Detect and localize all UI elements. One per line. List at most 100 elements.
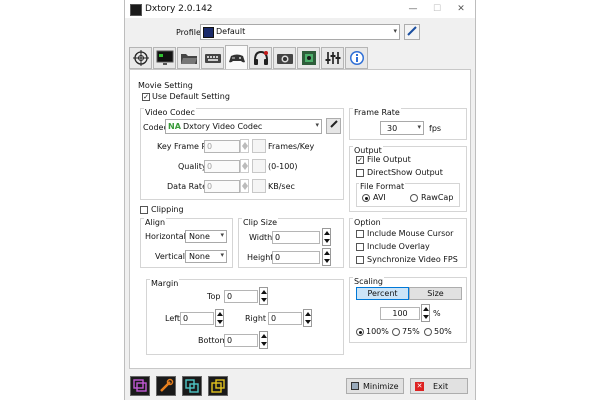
chevron-down-icon: ▾	[393, 27, 397, 35]
quality-spinner[interactable]	[240, 159, 249, 173]
left-spinner[interactable]	[215, 309, 224, 327]
quality-unit: (0-100)	[268, 162, 298, 171]
top-label: Top	[207, 292, 221, 301]
width-label: Width	[249, 233, 273, 242]
film-icon	[185, 379, 199, 393]
chevron-down-icon: ▾	[220, 231, 224, 239]
avi-radio[interactable]	[362, 194, 370, 202]
tab-info[interactable]	[345, 47, 368, 69]
scale-50-radio[interactable]	[424, 328, 432, 336]
right-spinner[interactable]	[303, 309, 312, 327]
height-spinner[interactable]	[322, 248, 331, 266]
key-frame-rate-spinner[interactable]	[240, 139, 249, 153]
frame-rate-select[interactable]: 30 ▾	[380, 121, 424, 135]
percent-button[interactable]: Percent	[356, 287, 409, 300]
horizontal-select[interactable]: None ▾	[185, 230, 227, 243]
clipping-checkbox[interactable]	[140, 206, 148, 214]
tab-gamepad[interactable]	[225, 45, 248, 70]
minimize-window-button[interactable]: —	[401, 2, 425, 16]
rawcap-label: RawCap	[421, 193, 454, 202]
scale-100-radio[interactable]	[356, 328, 364, 336]
file-output-label: File Output	[367, 155, 411, 164]
rawcap-radio[interactable]	[410, 194, 418, 202]
codec-select[interactable]: NA Dxtory Video Codec ▾	[165, 119, 322, 134]
close-window-button[interactable]: ✕	[449, 2, 473, 16]
horizontal-label: Horizontal	[145, 232, 186, 241]
directshow-output-label: DirectShow Output	[367, 168, 443, 177]
width-input[interactable]: 0	[272, 231, 320, 244]
include-mouse-cursor-label: Include Mouse Cursor	[367, 229, 454, 238]
left-label: Left	[165, 314, 181, 323]
chevron-down-icon: ▾	[315, 121, 319, 129]
include-mouse-cursor-checkbox[interactable]	[356, 230, 364, 238]
tab-crosshair[interactable]	[129, 47, 152, 69]
synchronize-video-fps-checkbox[interactable]	[356, 256, 364, 264]
keyboard-icon	[204, 54, 221, 63]
data-rate-unit: KB/sec	[268, 182, 295, 191]
video-codec-group: Video Codec Codec NA Dxtory Video Codec …	[140, 108, 344, 200]
directshow-output-checkbox[interactable]	[356, 169, 364, 177]
profile-label: Profile	[176, 28, 201, 37]
tab-sliders[interactable]	[321, 47, 344, 69]
export-tool-button[interactable]	[208, 376, 228, 396]
codec-settings-button[interactable]	[326, 118, 341, 134]
use-default-setting-checkbox[interactable]: ✓	[142, 93, 150, 101]
bottom-label: Bottom	[198, 336, 228, 345]
minimize-icon	[351, 382, 359, 390]
scaling-spinner[interactable]	[421, 304, 430, 322]
data-rate-spinner[interactable]	[240, 179, 249, 193]
align-group: Align Horizontal None ▾ Vertical None ▾	[140, 218, 233, 268]
exit-button[interactable]: ✕ Exit	[410, 378, 468, 394]
profile-icon	[203, 27, 214, 38]
margin-group: Margin Top 0 Left 0 Right 0 Bottom 0	[146, 279, 344, 355]
file-output-checkbox[interactable]: ✓	[356, 156, 364, 164]
data-rate-knob[interactable]	[252, 179, 266, 193]
vertical-label: Vertical	[155, 252, 185, 261]
camera-icon	[276, 54, 293, 64]
tab-headphones[interactable]	[249, 47, 272, 69]
bottom-input[interactable]: 0	[224, 334, 258, 347]
scale-75-radio[interactable]	[392, 328, 400, 336]
top-input[interactable]: 0	[224, 290, 258, 303]
data-rate-input[interactable]: 0	[204, 180, 240, 193]
frame-rate-unit: fps	[429, 124, 442, 133]
vertical-select[interactable]: None ▾	[185, 250, 227, 263]
right-label: Right	[245, 314, 267, 323]
width-spinner[interactable]	[322, 228, 331, 246]
clip-size-title: Clip Size	[242, 218, 279, 227]
exit-icon: ✕	[415, 382, 424, 391]
tab-chip[interactable]	[297, 47, 320, 69]
bottom-spinner[interactable]	[259, 331, 268, 349]
tab-monitor[interactable]	[153, 47, 176, 69]
tab-folder[interactable]	[177, 47, 200, 69]
tab-keyboard[interactable]	[201, 47, 224, 69]
key-frame-rate-input[interactable]: 0	[204, 140, 240, 153]
overlay-tool-button[interactable]	[130, 376, 150, 396]
profile-value: Default	[216, 27, 246, 36]
left-input[interactable]: 0	[180, 312, 214, 325]
size-button[interactable]: Size	[409, 287, 462, 300]
quality-knob[interactable]	[252, 159, 266, 173]
file-format-group: File Format AVI RawCap	[356, 182, 460, 207]
scaling-unit: %	[433, 309, 441, 318]
scaling-input[interactable]: 100	[380, 307, 420, 320]
vertical-value: None	[189, 252, 210, 261]
quality-input[interactable]: 0	[204, 160, 240, 173]
capture-tool-button[interactable]	[182, 376, 202, 396]
frame-rate-value: 30	[387, 124, 398, 133]
profile-select[interactable]: Default ▾	[200, 24, 400, 40]
key-frame-rate-knob[interactable]	[252, 139, 266, 153]
settings-tool-button[interactable]	[156, 376, 176, 396]
tab-camera[interactable]	[273, 47, 296, 69]
use-default-setting-label: Use Default Setting	[152, 92, 230, 101]
output-title: Output	[353, 146, 383, 155]
maximize-window-button[interactable]: ☐	[425, 2, 449, 16]
height-input[interactable]: 0	[272, 251, 320, 264]
edit-profile-button[interactable]	[404, 24, 420, 40]
top-spinner[interactable]	[259, 287, 268, 305]
scaling-group: Scaling Percent Size 100 % 100% 75% 50%	[349, 277, 467, 343]
minimize-button[interactable]: Minimize	[346, 378, 404, 394]
include-overlay-checkbox[interactable]	[356, 243, 364, 251]
right-input[interactable]: 0	[268, 312, 302, 325]
exit-label: Exit	[433, 382, 449, 391]
